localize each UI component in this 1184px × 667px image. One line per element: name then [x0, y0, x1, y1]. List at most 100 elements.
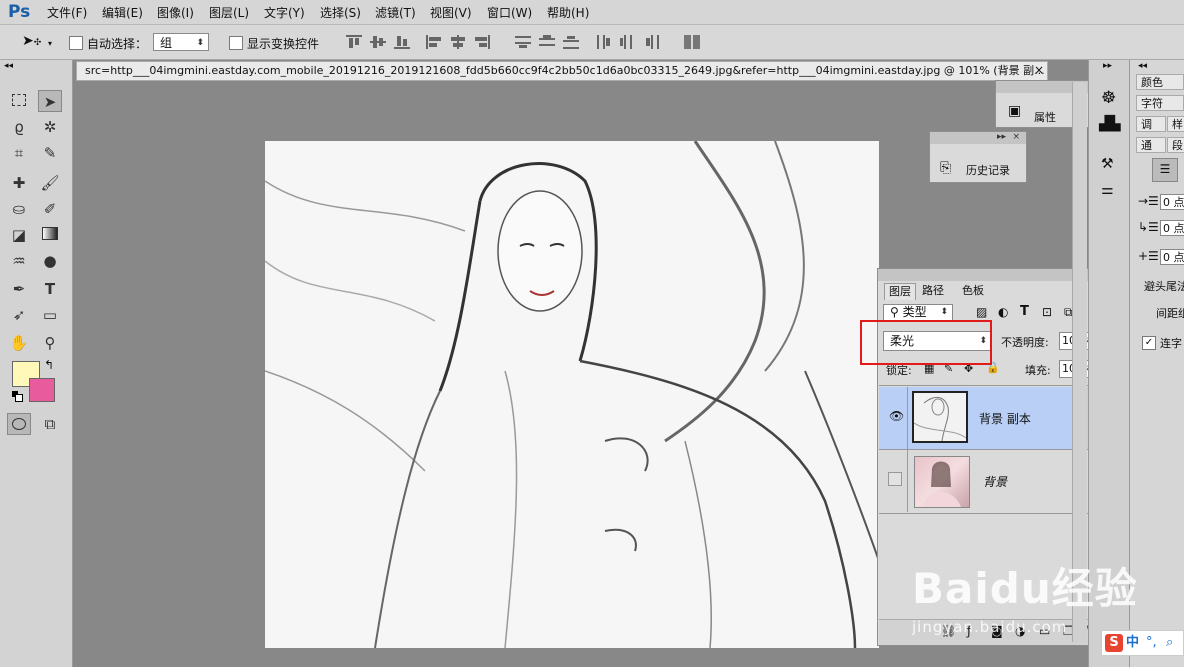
auto-select-dropdown[interactable]: 组 ⬍ — [153, 33, 209, 51]
distribute-hcenter-icon[interactable] — [620, 35, 636, 49]
hand-icon[interactable]: ✋ — [7, 332, 31, 354]
align-left-text-icon[interactable]: ☰ — [1152, 158, 1178, 182]
clone-stamp-icon[interactable]: ⛀ — [7, 198, 31, 220]
quick-mask-icon[interactable] — [7, 413, 31, 435]
swap-colors-icon[interactable]: ↰ — [44, 358, 54, 372]
tab-adjustments[interactable]: 调整 — [1136, 116, 1166, 132]
pen-icon[interactable]: ✒ — [7, 278, 31, 300]
history-brush-icon[interactable]: ✐ — [38, 198, 62, 220]
sogou-icon[interactable]: S — [1105, 634, 1123, 652]
collapse-icon[interactable]: ◂◂ — [1138, 61, 1147, 71]
menu-edit[interactable]: 编辑(E) — [102, 4, 143, 21]
menu-image[interactable]: 图像(I) — [157, 4, 194, 21]
close-icon[interactable]: × — [1034, 63, 1044, 77]
ime-option-icon[interactable]: ⌕ — [1166, 631, 1173, 655]
distribute-vcenter-icon[interactable] — [539, 35, 555, 49]
align-top-icon[interactable] — [346, 35, 362, 49]
menu-type[interactable]: 文字(Y) — [264, 4, 305, 21]
indent-first-field[interactable]: 0 点 — [1160, 220, 1184, 236]
pixel-filter-icon[interactable]: ▨ — [976, 305, 987, 319]
tab-swatches[interactable]: 色板 — [958, 283, 988, 299]
history-label[interactable]: 历史记录 — [966, 162, 1010, 178]
properties-icon[interactable]: ▣ — [1008, 103, 1021, 119]
type-filter-icon[interactable]: T — [1020, 304, 1029, 319]
tab-paths[interactable]: 路径 — [918, 283, 948, 299]
document-tab[interactable]: src=http___04imgmini.eastday.com_mobile_… — [76, 61, 1048, 81]
collapse-icon[interactable]: ◂◂ — [4, 61, 13, 71]
align-right-icon[interactable] — [474, 35, 490, 49]
lasso-icon[interactable]: ϱ — [7, 116, 31, 138]
indent-first-icon: ↳☰ — [1138, 220, 1159, 234]
move-icon[interactable]: ➤ — [38, 90, 62, 112]
distribute-bottom-icon[interactable] — [563, 35, 579, 49]
tab-channels[interactable]: 通道 — [1136, 137, 1166, 153]
chevron-down-icon[interactable]: ▾ — [48, 39, 52, 48]
align-bottom-icon[interactable] — [394, 35, 410, 49]
layer-row-background[interactable]: 背景 🔒 — [879, 450, 1104, 512]
tab-paragraph[interactable]: 段 — [1167, 137, 1184, 153]
ime-mode[interactable]: 中 — [1126, 631, 1139, 655]
magic-wand-icon[interactable]: ✲ — [38, 116, 62, 138]
auto-select-label: 自动选择： — [87, 37, 148, 51]
background-color-swatch[interactable] — [29, 378, 55, 402]
eye-icon[interactable]: 👁 — [889, 409, 904, 423]
tab-styles[interactable]: 样 — [1167, 116, 1184, 132]
healing-brush-icon[interactable]: ✚ — [7, 172, 31, 194]
tab-layers[interactable]: 图层 — [884, 283, 916, 300]
auto-align-icon[interactable] — [684, 35, 700, 49]
blur-icon[interactable]: ♒ — [7, 250, 31, 272]
rectangle-icon[interactable]: ▭ — [38, 304, 62, 326]
collapse-icon[interactable]: ▸▸ — [1103, 61, 1112, 71]
indent-left-field[interactable]: 0 点 — [1160, 194, 1184, 210]
navigator-icon[interactable]: ☸ — [1101, 88, 1116, 108]
layer-filter-dropdown[interactable]: ⚲ 类型 ⬍ — [883, 304, 953, 321]
visibility-toggle[interactable] — [888, 472, 902, 486]
menu-help[interactable]: 帮助(H) — [547, 4, 589, 21]
close-icon[interactable]: × — [1012, 132, 1020, 142]
adjustment-filter-icon[interactable]: ◐ — [998, 305, 1008, 319]
type-icon[interactable]: T — [38, 278, 62, 300]
path-selection-icon[interactable]: ➶ — [7, 304, 31, 326]
crop-icon[interactable]: ⌗ — [7, 142, 31, 164]
align-vcenter-icon[interactable] — [370, 35, 386, 49]
show-transform-checkbox[interactable] — [229, 36, 243, 50]
marquee-icon[interactable] — [7, 90, 31, 112]
screen-mode-icon[interactable]: ⧉ — [38, 413, 62, 435]
brush-presets-icon[interactable]: ⚒ — [1101, 156, 1114, 172]
brush-icon[interactable]: 🖌 — [38, 172, 62, 194]
space-before-field[interactable]: 0 点 — [1160, 249, 1184, 265]
hyphenate-checkbox[interactable]: ✓ — [1142, 336, 1156, 350]
menu-file[interactable]: 文件(F) — [47, 4, 87, 21]
menu-window[interactable]: 窗口(W) — [487, 4, 532, 21]
layer-row-background-copy[interactable]: 👁 背景 副本 — [879, 387, 1104, 449]
brush-settings-icon[interactable]: ⚌ — [1101, 182, 1114, 198]
distribute-right-icon[interactable] — [644, 35, 660, 49]
eraser-icon[interactable]: ◪ — [7, 224, 31, 246]
zoom-icon[interactable]: ⚲ — [38, 332, 62, 354]
canvas-image[interactable] — [265, 141, 879, 648]
gradient-icon[interactable] — [38, 224, 62, 246]
layer-name: 背景 — [983, 475, 1008, 489]
eyedropper-icon[interactable]: ✎ — [38, 142, 62, 164]
shape-filter-icon[interactable]: ⊡ — [1042, 305, 1052, 319]
properties-label[interactable]: 属性 — [1034, 109, 1056, 125]
align-left-icon[interactable] — [426, 35, 442, 49]
collapse-icon[interactable]: ▸▸ — [997, 132, 1006, 142]
align-hcenter-icon[interactable] — [450, 35, 466, 49]
histogram-icon[interactable]: ▟▙ — [1099, 116, 1121, 132]
distribute-left-icon[interactable] — [596, 35, 612, 49]
menu-filter[interactable]: 滤镜(T) — [375, 4, 416, 21]
punctuation-icon[interactable]: °, — [1146, 631, 1157, 655]
dodge-icon[interactable]: ● — [38, 250, 62, 272]
auto-select-checkbox[interactable] — [69, 36, 83, 50]
ime-toolbar[interactable]: S 中 °, ⌕ — [1101, 630, 1184, 656]
history-icon[interactable]: ⎘ — [940, 160, 951, 176]
menu-select[interactable]: 选择(S) — [320, 4, 361, 21]
move-tool-icon[interactable]: ➤✣ — [22, 33, 41, 49]
default-colors-icon[interactable] — [12, 391, 23, 402]
menu-view[interactable]: 视图(V) — [430, 4, 472, 21]
tab-character[interactable]: 字符 — [1136, 95, 1184, 111]
tab-color[interactable]: 颜色 — [1136, 74, 1184, 90]
menu-layer[interactable]: 图层(L) — [209, 4, 249, 21]
distribute-top-icon[interactable] — [515, 35, 531, 49]
